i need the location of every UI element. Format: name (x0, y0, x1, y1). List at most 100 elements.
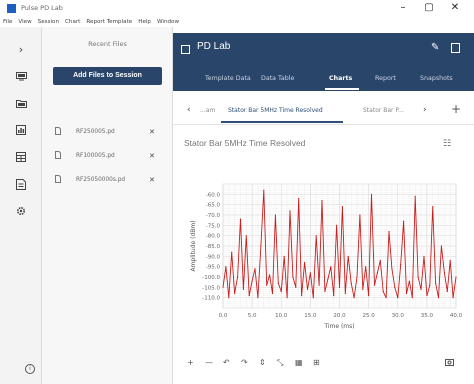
data-point (432, 206, 434, 208)
data-point (321, 199, 323, 202)
y-tick-label: -95.0 (206, 265, 221, 271)
line-chart[interactable]: 0.0 5.0 10.0 15.0 20.0 25.0 30.0 35.0 40.0 -60.0 -… (173, 126, 474, 346)
camera-icon[interactable] (445, 358, 454, 368)
data-point (271, 292, 274, 295)
data-point (254, 268, 256, 270)
file-name: RF250005.pd (76, 128, 115, 135)
menu-report-template[interactable]: Report Template (86, 19, 132, 25)
report-icon[interactable] (0, 173, 42, 195)
file-name: RF25050000s.pd (76, 176, 126, 183)
fit-all-button[interactable]: ⤡ (277, 358, 283, 368)
subtab-previous[interactable]: ...am (200, 107, 215, 114)
zoom-in-button[interactable]: + (187, 358, 194, 367)
menu-help[interactable]: Help (138, 19, 151, 25)
file-row[interactable]: RF250005.pd ✕ (42, 124, 173, 139)
chevron-right-icon: › (18, 42, 24, 56)
add-chart-button[interactable]: + (451, 102, 461, 116)
data-point (455, 276, 457, 278)
data-point (376, 272, 378, 274)
data-point (449, 259, 451, 262)
subtab-stator-bar-p[interactable]: Stator Bar P... (363, 107, 404, 114)
file-row[interactable]: RF25050000s.pd ✕ (42, 172, 173, 187)
chevron-left-icon[interactable]: ‹ (187, 105, 191, 115)
data-point (292, 276, 294, 278)
remove-file-button[interactable]: ✕ (149, 152, 155, 160)
file-row[interactable]: RF100005.pd ✕ (42, 148, 173, 163)
files-panel-title: Recent Files (88, 40, 127, 48)
x-tick-label: 35.0 (421, 313, 434, 319)
x-axis-label: Time (ms) (323, 323, 354, 330)
fit-vertical-button[interactable]: ⇕ (259, 358, 266, 367)
save-icon[interactable] (451, 43, 460, 53)
menu-session[interactable]: Session (38, 19, 59, 25)
add-files-button[interactable]: Add Files to Session (53, 67, 162, 85)
data-point (370, 193, 373, 195)
data-point (236, 276, 239, 278)
data-point (324, 290, 326, 293)
undo-button[interactable]: ↶ (223, 358, 230, 367)
data-point (344, 292, 346, 295)
file-icon (55, 174, 61, 185)
chart-panel: Stator Bar 5MHz Time Resolved ☷ 0.0 5.0 10… (173, 126, 474, 384)
remove-file-button[interactable]: ✕ (149, 128, 155, 136)
data-point (277, 282, 279, 284)
monitor-icon[interactable] (0, 65, 42, 87)
data-point (260, 245, 262, 247)
data-point (245, 235, 247, 237)
app-logo-icon (7, 3, 16, 13)
data-point (289, 210, 291, 212)
chevron-right-icon[interactable]: › (423, 105, 427, 115)
active-tab-indicator (325, 88, 359, 90)
subtab-stator-bar-5mhz[interactable]: Stator Bar 5MHz Time Resolved (228, 107, 323, 114)
data-point (231, 251, 233, 253)
data-point (347, 255, 349, 257)
data-point (452, 297, 454, 299)
data-point (251, 280, 253, 282)
maximize-button[interactable]: ▢ (416, 1, 442, 15)
redo-button[interactable]: ↷ (241, 358, 248, 367)
x-tick-label: 25.0 (363, 313, 376, 319)
y-tick-label: -90.0 (206, 254, 221, 260)
menu-window[interactable]: Window (157, 19, 179, 25)
window-title: Pulse PD Lab (21, 4, 63, 12)
tab-snapshots[interactable]: Snapshots (420, 75, 453, 82)
collapse-rail-button[interactable]: › (0, 38, 42, 60)
menu-view[interactable]: View (18, 19, 31, 25)
table-icon[interactable] (0, 146, 42, 168)
dashboard-icon[interactable] (0, 119, 42, 141)
data-point (286, 297, 288, 299)
settings-icon[interactable] (0, 200, 42, 222)
edit-icon[interactable]: ✎ (431, 42, 439, 53)
layout-button[interactable]: ⊞ (313, 358, 320, 367)
tab-charts[interactable]: Charts (329, 75, 352, 82)
data-point (248, 295, 250, 297)
tab-template-data[interactable]: Template Data (205, 75, 251, 82)
data-point (359, 214, 361, 216)
minimize-button[interactable]: – (390, 1, 416, 15)
data-point (242, 288, 244, 290)
active-subtab-indicator (221, 121, 343, 123)
chart-toolbar: + — ↶ ↷ ⇕ ⤡ ▦ ⊞ (173, 355, 474, 375)
data-point (222, 286, 224, 288)
menu-file[interactable]: File (3, 19, 12, 25)
window-titlebar: Pulse PD Lab – ▢ ✕ (0, 0, 474, 16)
data-point (295, 286, 297, 288)
close-button[interactable]: ✕ (442, 1, 468, 15)
file-icon (55, 126, 61, 137)
data-point (239, 218, 242, 220)
grid-button[interactable]: ▦ (295, 358, 303, 367)
data-point (429, 284, 431, 286)
data-point (353, 297, 355, 299)
remove-file-button[interactable]: ✕ (149, 176, 155, 184)
info-icon[interactable]: i (25, 364, 35, 374)
zoom-out-button[interactable]: — (205, 358, 213, 367)
folder-icon[interactable] (0, 92, 42, 114)
y-tick-label: -65.0 (206, 203, 221, 209)
data-point (382, 290, 384, 293)
menu-chart[interactable]: Chart (65, 19, 80, 25)
icon-rail: › (0, 27, 42, 384)
tab-report[interactable]: Report (375, 75, 396, 82)
data-point (315, 235, 317, 237)
tab-data-table[interactable]: Data Table (261, 75, 294, 82)
data-point (263, 189, 265, 191)
